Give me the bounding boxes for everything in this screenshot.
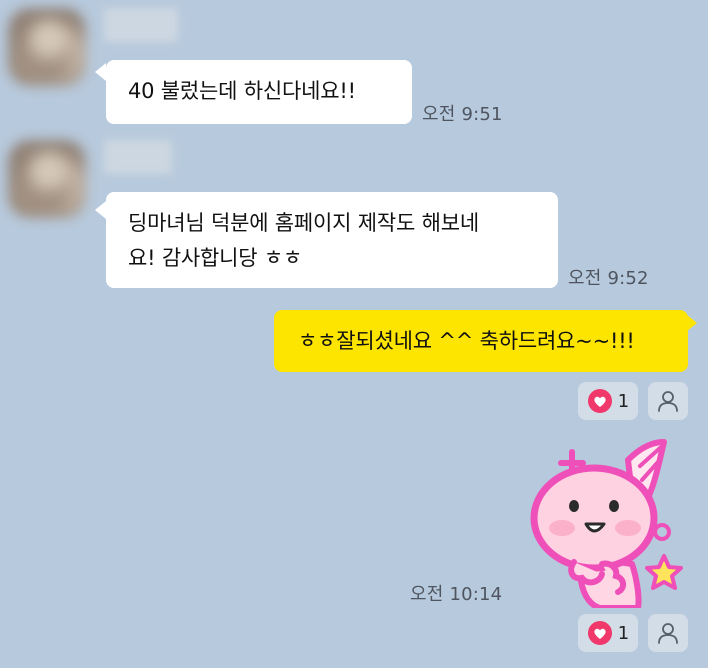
message-text: 40 불렀는데 하신다네요!! [128,79,356,103]
sparkle-star-icon [645,554,683,590]
heart-icon [587,621,612,645]
reader-profile-button[interactable] [648,382,688,420]
sender-name [104,8,178,42]
like-count: 1 [617,622,630,644]
message-bubble[interactable]: 딩마녀님 덕분에 홈페이지 제작도 해보네 요! 감사합니당 ㅎㅎ [106,192,558,288]
bubble-tail [95,201,106,219]
message-time: 오전 10:14 [410,584,503,605]
sender-avatar[interactable] [8,8,86,86]
message-time: 오전 9:52 [568,268,649,289]
reader-profile-button[interactable] [648,614,688,652]
peach-sticker[interactable] [528,436,696,608]
sparkle-circle-icon [653,523,671,541]
like-count: 1 [617,390,630,412]
like-reaction[interactable]: 1 [578,614,638,652]
sender-name [104,140,172,174]
message-time: 오전 9:51 [422,104,503,125]
bubble-tail [686,314,697,332]
message-text-line: 요! 감사합니당 ㅎㅎ [128,246,303,270]
sender-avatar[interactable] [8,140,86,218]
like-reaction[interactable]: 1 [578,382,638,420]
bubble-tail [95,63,106,81]
heart-icon [587,389,612,413]
message-text: ㅎㅎ잘되셨네요 ^^ 축하드려요~~!!! [298,329,635,353]
person-icon [658,391,678,412]
message-text-line: 딩마녀님 덕분에 홈페이지 제작도 해보네 [128,211,479,235]
message-bubble[interactable]: 40 불렀는데 하신다네요!! [106,60,412,124]
sent-message-bubble[interactable]: ㅎㅎ잘되셨네요 ^^ 축하드려요~~!!! [274,310,688,372]
person-icon [658,623,678,644]
